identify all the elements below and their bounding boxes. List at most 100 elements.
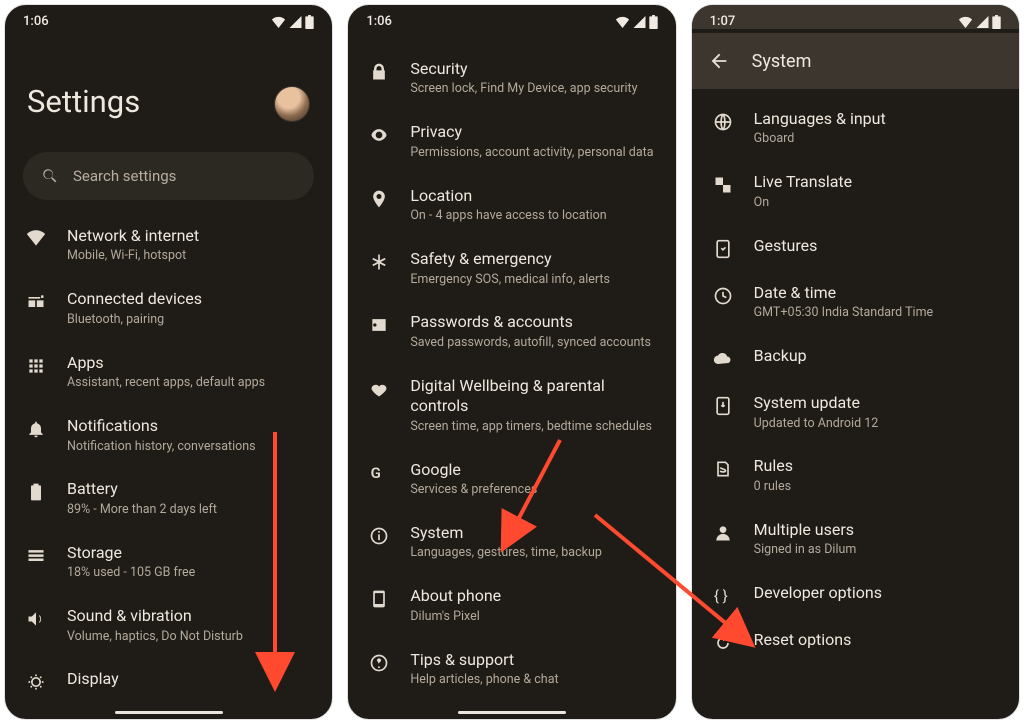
item-subtitle: Assistant, recent apps, default apps [67,375,312,392]
item-title: Connected devices [67,289,312,309]
status-bar: 1:06 [348,5,675,33]
status-bar: 1:07 [692,5,1019,29]
settings-item-live-translate[interactable]: Live Translate On [692,160,1019,223]
settings-item-battery[interactable]: Battery89% - More than 2 days left [5,467,332,530]
reset-icon [712,630,734,653]
item-title: About phone [410,586,655,606]
item-subtitle: Languages, gestures, time, backup [410,545,655,562]
svg-text:G: G [371,464,381,482]
item-title: Location [410,186,655,206]
item-title: Rules [754,456,999,476]
settings-item-languages-input[interactable]: Languages & inputGboard [692,97,1019,160]
settings-item-sound-vibration[interactable]: Sound & vibrationVolume, haptics, Do Not… [5,594,332,657]
item-subtitle: On [754,195,999,212]
wellbeing-icon [368,376,390,399]
settings-item-location[interactable]: Location On - 4 apps have access to locat… [348,174,675,237]
settings-item-google[interactable]: GGoogleServices & preferences [348,448,675,511]
update-icon [712,393,734,416]
settings-list: Network & internetMobile, Wi-Fi, hotspot… [5,210,332,704]
item-subtitle: Permissions, account activity, personal … [410,145,655,162]
signal-icon [976,16,989,28]
settings-item-tips-support[interactable]: Tips & supportHelp articles, phone & cha… [348,638,675,701]
settings-item-security[interactable]: SecurityScreen lock, Find My Device, app… [348,47,675,110]
settings-item-display[interactable]: Display [5,657,332,704]
item-title: System update [754,393,999,413]
wifi-icon [958,16,973,28]
item-title: Gestures [754,236,999,256]
system-list: Languages & inputGboard Live Translate On G… [692,89,1019,665]
item-title: Live Translate [754,172,999,192]
item-title: Notifications [67,416,312,436]
appbar-title: System [752,51,812,72]
signal-icon [289,16,302,28]
svg-text:{ }: { } [713,587,727,605]
settings-item-storage[interactable]: Storage18% used - 105 GB free [5,531,332,594]
settings-item-developer-options[interactable]: { } Developer options [692,571,1019,618]
tips-icon [368,650,390,673]
settings-item-backup[interactable]: Backup [692,334,1019,381]
item-subtitle: Bluetooth, pairing [67,312,312,329]
nav-indicator[interactable] [115,711,223,714]
apps-icon [25,353,47,376]
search-input[interactable]: Search settings [23,152,314,200]
cloud-icon [712,346,734,369]
info-icon [368,523,390,546]
settings-item-connected-devices[interactable]: Connected devices Bluetooth, pairing [5,277,332,340]
item-title: Security [410,59,655,79]
item-title: Digital Wellbeing & parental controls [410,376,655,417]
item-subtitle: Dilum's Pixel [410,609,655,626]
settings-item-rules[interactable]: Rules 0 rules [692,444,1019,507]
wifi-icon [271,16,286,28]
item-title: Backup [754,346,999,366]
battery-icon [992,15,1001,29]
item-title: Developer options [754,583,999,603]
item-title: Display [67,669,312,689]
settings-item-date-time[interactable]: Date & timeGMT+05:30 India Standard Time [692,271,1019,334]
bell-icon [25,416,47,439]
settings-item-gestures[interactable]: Gestures [692,224,1019,271]
item-title: Multiple users [754,520,999,540]
search-placeholder: Search settings [73,167,176,185]
wifi-icon [615,16,630,28]
phone-screen-settings: 1:06 Settings Search settings Network & … [4,4,333,720]
devices-icon [25,289,47,312]
lock-icon [368,59,390,82]
settings-item-system-update[interactable]: System update Updated to Android 12 [692,381,1019,444]
item-subtitle: On - 4 apps have access to location [410,208,655,225]
page-title: Settings [27,83,310,120]
settings-item-about-phone[interactable]: About phone Dilum's Pixel [348,574,675,637]
asterisk-icon [368,249,390,272]
item-subtitle: Updated to Android 12 [754,416,999,433]
battery-icon [305,15,314,29]
privacy-icon [368,122,390,145]
settings-item-passwords-accounts[interactable]: Passwords & accounts Saved passwords, aut… [348,300,675,363]
settings-list: SecurityScreen lock, Find My Device, app… [348,33,675,701]
settings-item-system[interactable]: SystemLanguages, gestures, time, backup [348,511,675,574]
back-icon[interactable] [708,50,730,72]
settings-item-multiple-users[interactable]: Multiple usersSigned in as Dilum [692,508,1019,571]
status-time: 1:07 [710,14,736,29]
nav-indicator[interactable] [458,711,566,714]
settings-item-privacy[interactable]: Privacy Permissions, account activity, pe… [348,110,675,173]
settings-item-reset-options[interactable]: Reset options [692,618,1019,665]
status-icons [271,15,314,29]
item-subtitle: Saved passwords, autofill, synced accoun… [410,335,655,352]
globe-icon [712,109,734,132]
item-subtitle: Mobile, Wi-Fi, hotspot [67,248,312,265]
status-icons [615,15,658,29]
item-subtitle: 18% used - 105 GB free [67,565,312,582]
settings-item-safety-emergency[interactable]: Safety & emergencyEmergency SOS, medical… [348,237,675,300]
item-subtitle: 0 rules [754,479,999,496]
settings-item-network-internet[interactable]: Network & internetMobile, Wi-Fi, hotspot [5,214,332,277]
item-title: Passwords & accounts [410,312,655,332]
settings-item-apps[interactable]: AppsAssistant, recent apps, default apps [5,341,332,404]
item-title: Safety & emergency [410,249,655,269]
item-title: Privacy [410,122,655,142]
item-title: Tips & support [410,650,655,670]
google-icon: G [368,460,390,483]
phone-screen-system: 1:07 System Languages & inputGboardLive … [691,4,1020,720]
signal-icon [633,16,646,28]
settings-item-digital-wellbeing-parental-controls[interactable]: Digital Wellbeing & parental controlsScr… [348,364,675,448]
settings-item-notifications[interactable]: NotificationsNotification history, conve… [5,404,332,467]
location-icon [368,186,390,209]
